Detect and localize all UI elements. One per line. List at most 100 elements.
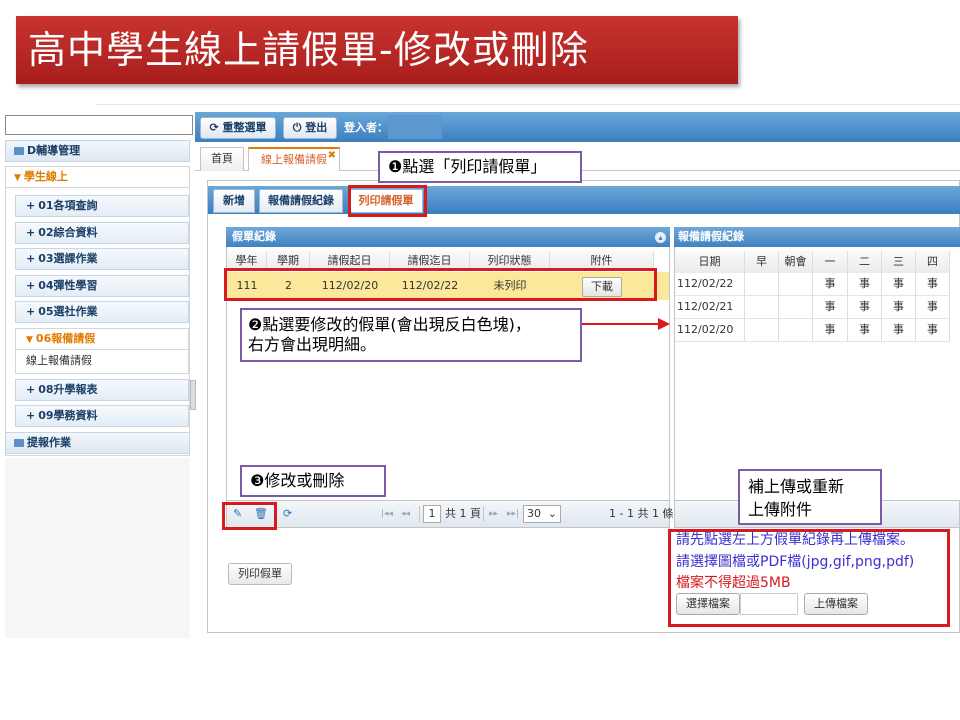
nav-item-leave-report[interactable]: ▼ 06報備請假 xyxy=(15,328,189,350)
total-pages-label: 共 1 頁 xyxy=(445,507,481,520)
nav-item-flexible-learning[interactable]: +04彈性學習 xyxy=(15,275,189,297)
upload-file-button[interactable]: 上傳檔案 xyxy=(804,593,868,615)
detail-cell: 事 xyxy=(848,273,882,296)
detail-column-header[interactable]: 朝會 xyxy=(779,251,813,273)
sidebar-collapse-handle[interactable] xyxy=(190,380,196,410)
login-user-label: 登入者： xyxy=(344,121,388,134)
nav-empty-area xyxy=(5,458,190,638)
first-page-icon[interactable]: |◂◂ xyxy=(381,506,393,522)
login-user-value xyxy=(388,115,442,139)
nav-item-label: 02綜合資料 xyxy=(38,226,98,239)
highlight-print-tab xyxy=(348,185,427,217)
last-page-icon[interactable]: ▸▸| xyxy=(507,506,519,522)
refresh-icon[interactable]: ⟳ xyxy=(283,507,292,520)
detail-cell: 事 xyxy=(848,319,882,342)
tab-home[interactable]: 首頁 xyxy=(200,147,244,171)
detail-column-header[interactable]: 一 xyxy=(813,251,848,273)
nav-item-label: 06報備請假 xyxy=(35,332,96,345)
nav-group-label: 學生線上 xyxy=(23,170,68,183)
reset-menu-button[interactable]: ⟳ 重整選單 xyxy=(200,117,276,139)
nav-item-course-selection[interactable]: +03選課作業 xyxy=(15,248,189,270)
callout-print-tab: ❶點選「列印請假單」 xyxy=(378,151,582,183)
close-icon[interactable]: ✖ xyxy=(328,145,336,167)
choose-file-button[interactable]: 選擇檔案 xyxy=(676,593,740,615)
callout-select-record: ❷點選要修改的假單(會出現反白色塊)， 右方會出現明細。 xyxy=(240,308,582,362)
nav-group-student-online[interactable]: ▼ 學生線上 xyxy=(5,166,190,188)
next-page-icon[interactable]: ▸▸ xyxy=(489,506,498,522)
detail-cell: 事 xyxy=(813,273,848,296)
caret-down-icon: ▼ xyxy=(26,335,33,345)
pager-separator xyxy=(483,506,484,522)
divider xyxy=(96,104,960,105)
nav-group-label: D輔導管理 xyxy=(27,144,81,157)
callout-text: 上傳附件 xyxy=(748,500,813,519)
detail-column-header[interactable]: 二 xyxy=(848,251,882,273)
records-grid-title: 假單紀錄 xyxy=(226,227,670,247)
plus-icon: + xyxy=(26,409,36,422)
detail-cell: 事 xyxy=(813,296,848,319)
highlight-edit-delete xyxy=(222,502,277,530)
detail-column-header[interactable]: 三 xyxy=(882,251,916,273)
nav-group-submissions[interactable]: 提報作業 xyxy=(5,432,190,454)
nav-item-label: 05選社作業 xyxy=(38,305,98,318)
tab-online-leave-label: 線上報備請假 xyxy=(261,153,327,166)
detail-cell: 事 xyxy=(848,296,882,319)
callout-reupload: 補上傳或重新 上傳附件 xyxy=(738,469,882,525)
detail-date-cell: 112/02/21 xyxy=(675,296,745,319)
nav-item-records[interactable]: +02綜合資料 xyxy=(15,222,189,244)
print-leave-button[interactable]: 列印假單 xyxy=(228,563,292,585)
nav-leaf-online-leave[interactable]: 線上報備請假 xyxy=(15,350,189,374)
upload-size-limit: 檔案不得超過5MB xyxy=(676,575,791,591)
nav-item-admission-reports[interactable]: +08升學報表 xyxy=(15,379,189,401)
detail-date-cell: 112/02/20 xyxy=(675,319,745,342)
prev-page-icon[interactable]: ◂◂ xyxy=(401,506,410,522)
detail-column-header[interactable]: 四 xyxy=(916,251,950,273)
detail-column-header[interactable]: 早 xyxy=(745,251,779,273)
nav-search-input[interactable] xyxy=(5,115,193,135)
detail-cell: 事 xyxy=(916,273,950,296)
upload-instruction: 請先點選左上方假單紀錄再上傳檔案。 xyxy=(676,532,914,548)
nav-item-student-affairs[interactable]: +09學務資料 xyxy=(15,405,189,427)
highlight-selected-row xyxy=(224,268,657,301)
detail-cell: 事 xyxy=(916,319,950,342)
nav-group-counseling[interactable]: D輔導管理 xyxy=(5,140,190,162)
page-size-select[interactable]: 30 ⌄ xyxy=(523,505,561,523)
chosen-file-field xyxy=(740,593,798,615)
nav-item-label: 03選課作業 xyxy=(38,252,98,265)
detail-cell: 事 xyxy=(813,319,848,342)
pager-separator xyxy=(419,506,420,522)
page-number-input[interactable]: 1 xyxy=(423,505,441,523)
plus-icon: + xyxy=(26,279,36,292)
subtab-leave-records[interactable]: 報備請假紀錄 xyxy=(259,189,343,213)
refresh-icon: ⟳ xyxy=(209,121,223,134)
subtab-add[interactable]: 新增 xyxy=(213,189,255,213)
detail-cell xyxy=(779,319,813,342)
nav-item-queries[interactable]: +01各項查詢 xyxy=(15,195,189,217)
plus-icon: + xyxy=(26,199,36,212)
detail-cell xyxy=(745,319,779,342)
plus-icon: + xyxy=(26,226,36,239)
nav-item-club-selection[interactable]: +05選社作業 xyxy=(15,301,189,323)
callout-text: 右方會出現明細。 xyxy=(248,335,377,354)
caret-down-icon: ▼ xyxy=(14,173,21,183)
collapse-icon[interactable]: ▴ xyxy=(655,232,666,243)
detail-column-header[interactable]: 日期 xyxy=(675,251,745,273)
detail-cell xyxy=(779,273,813,296)
chevron-down-icon: ⌄ xyxy=(547,507,557,520)
records-summary: 1 - 1 共 1 條 xyxy=(609,507,674,520)
detail-cell: 事 xyxy=(916,296,950,319)
nav-item-label: 04彈性學習 xyxy=(38,279,98,292)
nav-item-label: 09學務資料 xyxy=(38,409,98,422)
trash-icon[interactable]: 🗑 xyxy=(254,507,268,520)
page-size-value: 30 xyxy=(527,507,541,520)
tab-online-leave[interactable]: 線上報備請假 ✖ xyxy=(248,147,340,171)
detail-cell xyxy=(745,296,779,319)
plus-icon: + xyxy=(26,305,36,318)
arrow-head-icon xyxy=(658,318,670,330)
logout-button[interactable]: ⏻ 登出 xyxy=(283,117,337,139)
detail-cell: 事 xyxy=(882,319,916,342)
callout-text: 補上傳或重新 xyxy=(748,477,845,496)
reset-menu-label: 重整選單 xyxy=(222,121,267,134)
edit-icon[interactable]: ✎ xyxy=(233,507,242,520)
detail-cell xyxy=(779,296,813,319)
